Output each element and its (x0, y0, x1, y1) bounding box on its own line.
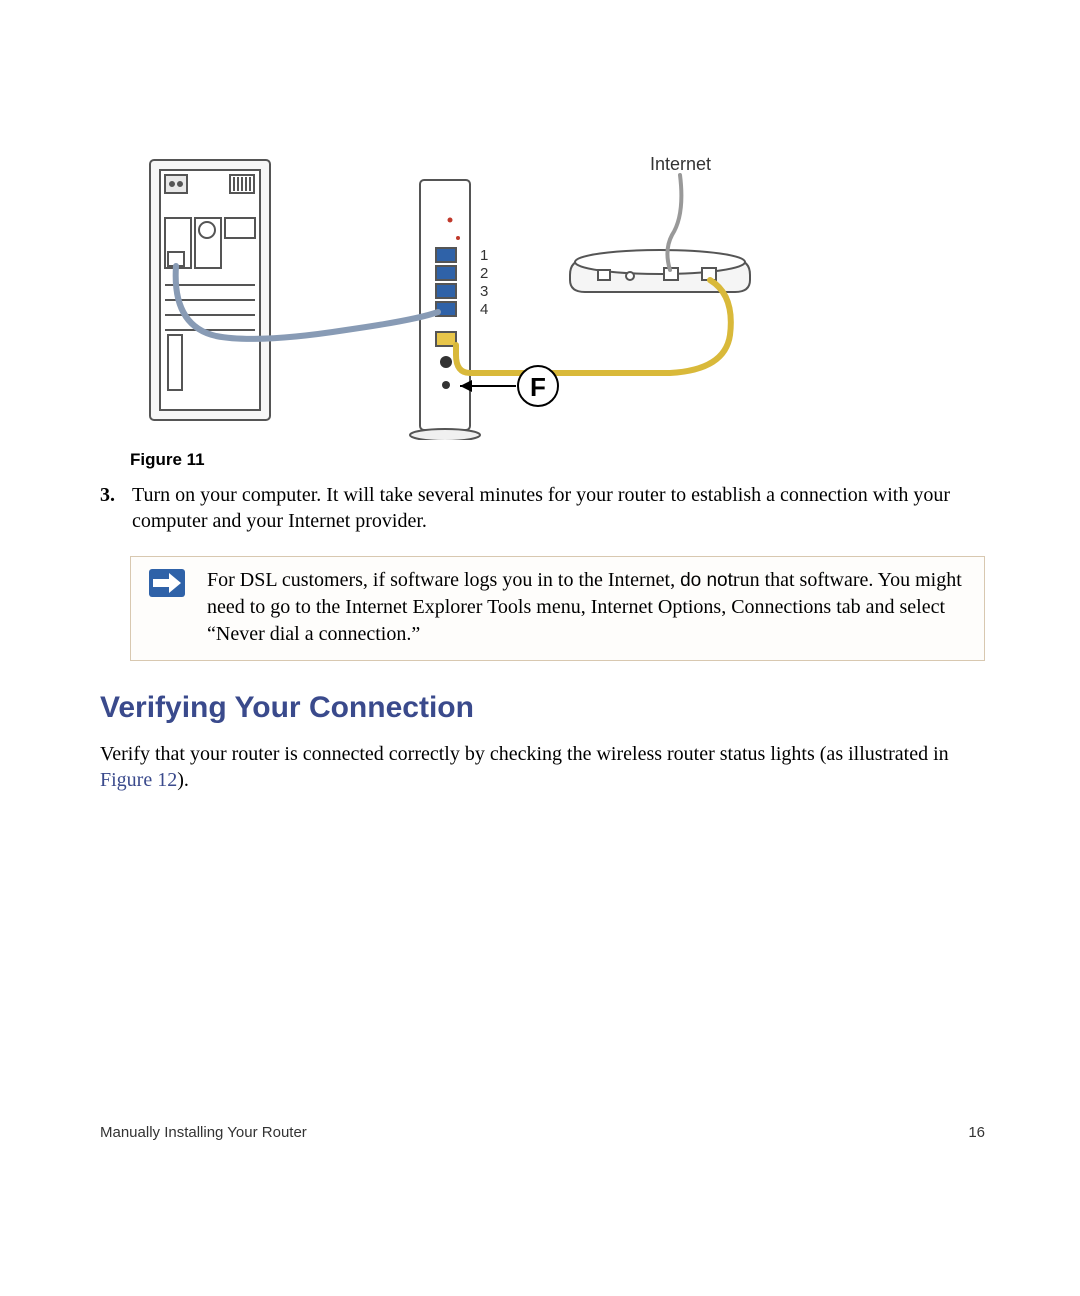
note-pre: For DSL customers, if software logs you … (207, 569, 680, 591)
body-pre: Verify that your router is connected cor… (100, 743, 949, 765)
connection-diagram: 1 2 3 4 Internet (130, 140, 760, 440)
note-emph: do not (680, 570, 733, 591)
step-number: 3. (100, 482, 132, 534)
port-1-label: 1 (480, 247, 488, 264)
step-3-text: Turn on your computer. It will take seve… (132, 482, 985, 534)
callout-f-letter: F (530, 372, 546, 402)
section-heading: Verifying Your Connection (100, 691, 985, 725)
port-2-label: 2 (480, 265, 488, 282)
arrow-icon (149, 569, 185, 597)
figure-caption: Figure 11 (130, 450, 985, 470)
internet-label: Internet (650, 154, 711, 174)
footer-page-number: 16 (968, 1124, 985, 1141)
body-post: ). (177, 769, 189, 791)
dsl-note-box: For DSL customers, if software logs you … (130, 556, 985, 661)
figure-12-link[interactable]: Figure 12 (100, 769, 177, 791)
footer-left: Manually Installing Your Router (100, 1124, 307, 1141)
port-4-label: 4 (480, 301, 488, 318)
port-3-label: 3 (480, 283, 488, 300)
